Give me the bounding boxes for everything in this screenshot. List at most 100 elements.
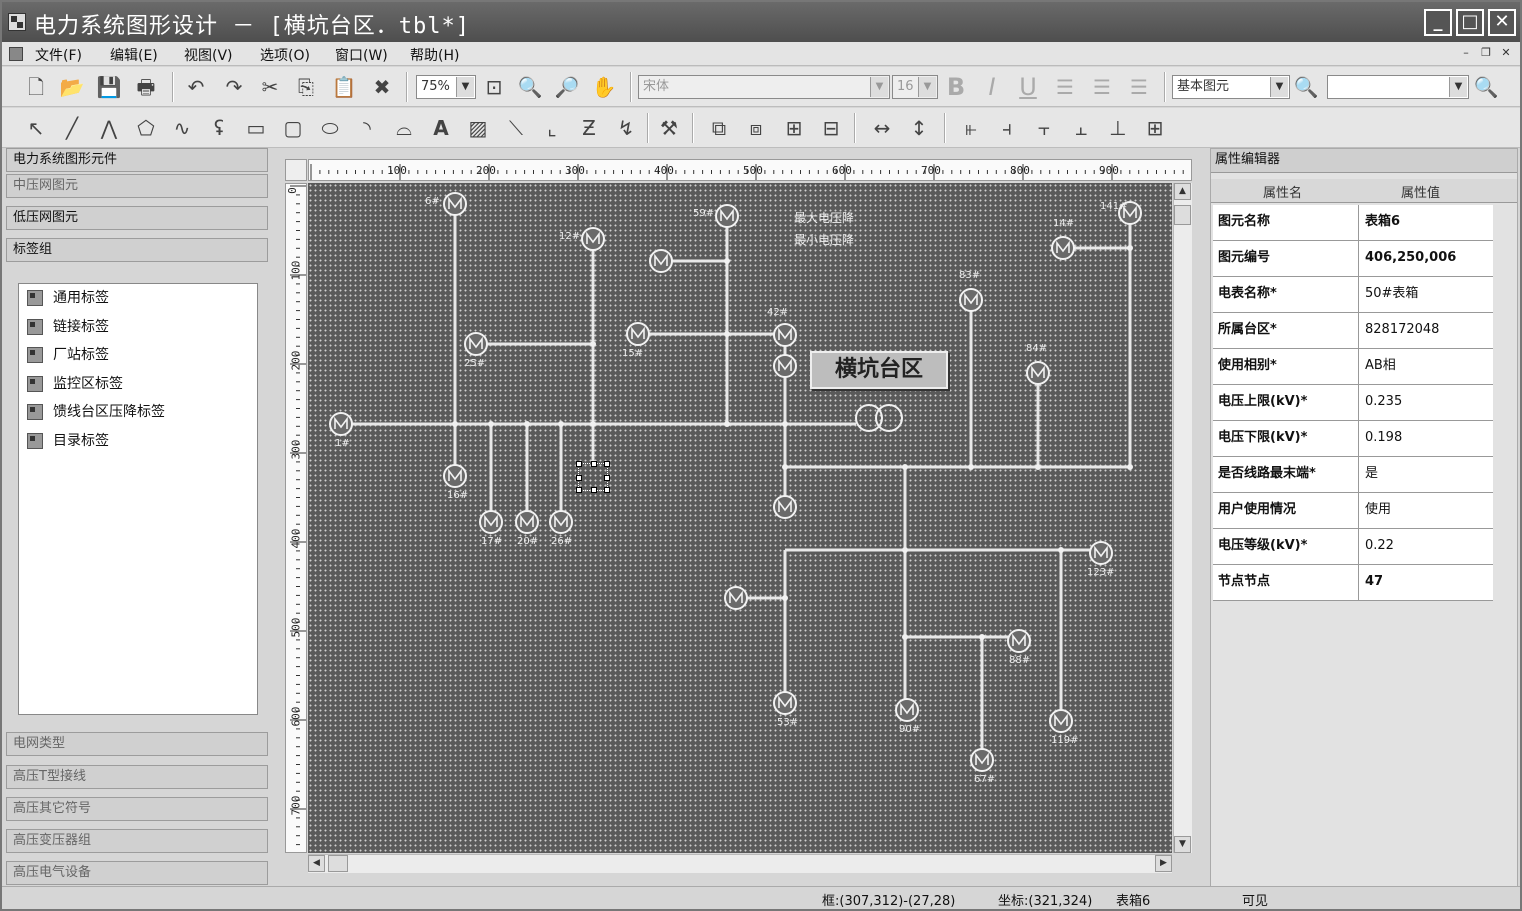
menu-view[interactable]: 视图(V)	[184, 45, 233, 65]
menu-file[interactable]: 文件(F)	[35, 45, 82, 65]
meter-box-icon[interactable]	[443, 192, 467, 216]
bring-front-icon[interactable]: ⧉	[705, 114, 733, 142]
table-row[interactable]: 电压等级(kV)* 0.22	[1213, 529, 1493, 565]
table-row[interactable]: 电压下限(kV)* 0.198	[1213, 421, 1493, 457]
zoom-in-icon[interactable]: 🔍	[516, 73, 544, 101]
vertical-scrollbar[interactable]: ▲ ▼	[1173, 183, 1192, 853]
scroll-thumb[interactable]	[1174, 205, 1191, 225]
scroll-left-icon[interactable]: ◀	[308, 855, 325, 872]
table-row[interactable]: 电压上限(kV)* 0.235	[1213, 385, 1493, 421]
list-item[interactable]: 厂站标签	[27, 345, 109, 367]
pan-hand-icon[interactable]: ✋	[590, 73, 618, 101]
distribute-icon[interactable]: ⊞	[1141, 114, 1169, 142]
meter-box-icon[interactable]	[773, 323, 797, 347]
pointer-icon[interactable]: ↖	[22, 114, 50, 142]
table-row[interactable]: 所属台区* 828172048	[1213, 313, 1493, 349]
table-row[interactable]: 图元编号 406,250,006	[1213, 241, 1493, 277]
meter-box-icon[interactable]	[1026, 361, 1050, 385]
font-size-select[interactable]: 16 ▼	[892, 75, 938, 99]
meter-box-icon[interactable]	[715, 204, 739, 228]
open-folder-icon[interactable]: 📂	[58, 73, 86, 101]
meter-box-icon[interactable]	[549, 510, 573, 534]
meter-box-icon[interactable]	[443, 464, 467, 488]
table-row[interactable]: 图元名称 表箱6	[1213, 205, 1493, 241]
connector-icon[interactable]: ⟍	[502, 114, 530, 142]
mdi-restore-button[interactable]: ❐	[1478, 46, 1494, 61]
list-item[interactable]: 链接标签	[27, 317, 109, 339]
minimize-button[interactable]: _	[1424, 9, 1452, 36]
drawing-canvas[interactable]: 6# 12# 59# 25# 15# 42# 1# 16# 17# 20# 26# 83# 84# 14#…	[308, 183, 1172, 853]
bezier-icon[interactable]: ʢ	[205, 114, 233, 142]
group-icon[interactable]: ⊞	[780, 114, 808, 142]
group-grid-type[interactable]: 电网类型	[6, 732, 268, 756]
chord-icon[interactable]: ⌓	[390, 114, 418, 142]
fit-page-icon[interactable]: ⊡	[480, 73, 508, 101]
area-title[interactable]: 横坑台区	[810, 351, 948, 389]
group-tags[interactable]: 标签组	[6, 238, 268, 262]
z-connector-icon[interactable]: Ƶ	[575, 114, 603, 142]
zoom-select[interactable]: 75% ▼	[416, 75, 476, 99]
list-item[interactable]: 馈线台区压降标签	[27, 402, 165, 424]
rounded-rect-icon[interactable]: ▢	[279, 114, 307, 142]
new-file-icon[interactable]: 🗋	[22, 73, 50, 101]
meter-box-icon[interactable]	[773, 495, 797, 519]
italic-icon[interactable]: I	[978, 73, 1006, 101]
cut-icon[interactable]: ✂	[256, 73, 284, 101]
meter-box-icon[interactable]	[1051, 236, 1075, 260]
scroll-down-icon[interactable]: ▼	[1174, 836, 1191, 853]
delete-icon[interactable]: ✖	[368, 73, 396, 101]
menu-help[interactable]: 帮助(H)	[410, 45, 459, 65]
meter-box-icon[interactable]	[581, 227, 605, 251]
list-item[interactable]: 目录标签	[27, 431, 109, 453]
ellipse-icon[interactable]: ⬭	[316, 114, 344, 142]
menu-window[interactable]: 窗口(W)	[335, 45, 388, 65]
maximize-button[interactable]: □	[1456, 9, 1484, 36]
line-icon[interactable]: ╱	[58, 114, 86, 142]
table-row[interactable]: 节点节点 47	[1213, 565, 1493, 601]
group-medium-voltage[interactable]: 中压网图元	[6, 174, 268, 198]
meter-box-icon[interactable]	[464, 332, 488, 356]
underline-icon[interactable]: U	[1014, 73, 1042, 101]
align-left-edges-icon[interactable]: ⫦	[957, 114, 985, 142]
arc-icon[interactable]: ◝	[353, 114, 381, 142]
align-left-icon[interactable]: ☰	[1051, 73, 1079, 101]
meter-box-icon[interactable]	[1007, 629, 1031, 653]
selection-handle[interactable]	[576, 461, 582, 467]
table-row[interactable]: 电表名称* 50#表箱	[1213, 277, 1493, 313]
redo-icon[interactable]: ↷	[220, 73, 248, 101]
group-hv-other-symbols[interactable]: 高压其它符号	[6, 797, 268, 821]
mdi-close-button[interactable]: ✕	[1498, 46, 1514, 61]
meter-box-icon[interactable]	[895, 698, 919, 722]
elbow-connector-icon[interactable]: ⌞	[538, 114, 566, 142]
selection-handle[interactable]	[604, 487, 610, 493]
close-button[interactable]: ✕	[1488, 9, 1516, 36]
list-item[interactable]: 监控区标签	[27, 374, 123, 396]
selection-handle[interactable]	[604, 461, 610, 467]
undo-icon[interactable]: ↶	[182, 73, 210, 101]
table-row[interactable]: 是否线路最末端* 是	[1213, 457, 1493, 493]
selection-handle[interactable]	[591, 487, 597, 493]
align-right-icon[interactable]: ☰	[1125, 73, 1153, 101]
list-item[interactable]: 通用标签	[27, 288, 109, 310]
paste-icon[interactable]: 📋	[330, 73, 358, 101]
selection-handle[interactable]	[591, 461, 597, 467]
font-family-select[interactable]: 宋体 ▼	[638, 75, 890, 99]
meter-box-icon[interactable]	[329, 412, 353, 436]
table-row[interactable]: 用户使用情况 使用	[1213, 493, 1493, 529]
menu-edit[interactable]: 编辑(E)	[110, 45, 158, 65]
polyline-icon[interactable]: ⋀	[95, 114, 123, 142]
scroll-right-icon[interactable]: ▶	[1155, 855, 1172, 872]
meter-box-icon[interactable]	[724, 586, 748, 610]
align-right-edges-icon[interactable]: ⫞	[993, 114, 1021, 142]
element-type-select[interactable]: 基本图元 ▼	[1172, 75, 1290, 99]
align-center-icon[interactable]: ☰	[1088, 73, 1116, 101]
find-icon[interactable]: 🔍	[1292, 73, 1320, 101]
meter-box-icon[interactable]	[479, 510, 503, 534]
ungroup-icon[interactable]: ⊟	[817, 114, 845, 142]
horizontal-scrollbar[interactable]: ◀ ▶	[308, 854, 1172, 873]
selection-handle[interactable]	[576, 475, 582, 481]
meter-box-icon[interactable]	[1089, 541, 1113, 565]
meter-box-icon[interactable]	[773, 354, 797, 378]
meter-box-icon[interactable]	[773, 691, 797, 715]
group-hv-transformer[interactable]: 高压变压器组	[6, 829, 268, 853]
